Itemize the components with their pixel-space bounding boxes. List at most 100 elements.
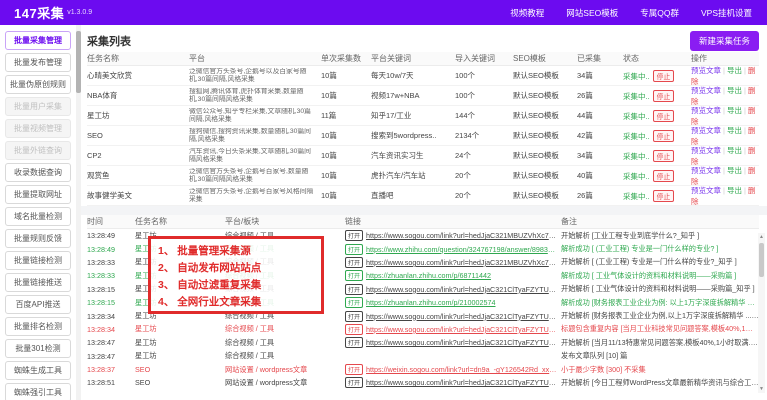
open-link-badge[interactable]: 打开 xyxy=(345,377,364,389)
stop-button[interactable]: 停止 xyxy=(652,89,675,102)
log-note-cell: 解析成功 [财务报表工业企业为例: 以上1万字深度拆解精华 年底涨薪14%] xyxy=(561,297,759,307)
log-url-link[interactable]: https://zhuanlan.zhihu.com/p/210002574 xyxy=(366,298,495,307)
open-link-badge[interactable]: 打开 xyxy=(345,230,364,242)
status-cell: 采集中.. 停止 xyxy=(623,129,687,142)
log-row: 13:28:37 SEO 网站设置 / wordpress文章 打开 https://w… xyxy=(87,363,759,376)
scroll-down-icon[interactable]: ▼ xyxy=(758,385,765,393)
per-collect-cell: 10篇 xyxy=(321,191,337,200)
open-link-badge[interactable]: 打开 xyxy=(345,337,364,349)
stop-button[interactable]: 停止 xyxy=(652,109,675,122)
open-link-badge[interactable]: 打开 xyxy=(345,256,364,268)
sidebar-item[interactable]: 批量链接检测 xyxy=(5,251,71,270)
sidebar-item[interactable]: 批量伪原创规则 xyxy=(5,75,71,94)
actions-cell: 预览文章 | 导出 | 删除 xyxy=(691,165,759,187)
task-name-cell: 心晴美文欣赏 xyxy=(87,71,132,80)
sidebar-item[interactable]: 域名批量检测 xyxy=(5,207,71,226)
column-header: 导入关键词 xyxy=(455,54,495,63)
preview-article-link[interactable]: 预览文章 xyxy=(691,106,721,115)
action-separator: | xyxy=(743,85,746,95)
log-scrollbar[interactable]: ▲ ▼ xyxy=(758,233,765,393)
per-collect-cell: 10篇 xyxy=(321,171,337,180)
actions-cell: 预览文章 | 导出 | 删除 xyxy=(691,125,759,147)
sidebar-item[interactable]: 百度API推送 xyxy=(5,295,71,314)
export-link[interactable]: 导出 xyxy=(727,66,742,75)
log-note-cell: 开始解析 [工业工程专业到底学什么?_知乎 ] xyxy=(561,230,700,240)
per-collect-cell: 11篇 xyxy=(321,111,337,120)
sidebar-item[interactable]: 蜘蛛强引工具 xyxy=(5,383,71,400)
log-time-cell: 13:28:15 xyxy=(87,298,115,308)
log-url-link[interactable]: https://www.sogou.com/link?url=hedJjaC32… xyxy=(366,338,557,347)
log-url-link[interactable]: https://www.zhihu.com/question/324767198… xyxy=(366,245,557,254)
log-note-cell: 开始解析 [财务报表工业企业为例,以上1万字深度拆解精华 ..._知乎 ] xyxy=(561,311,759,321)
export-link[interactable]: 导出 xyxy=(727,106,742,115)
sidebar-item[interactable]: 批量排名检测 xyxy=(5,317,71,336)
platform-cell: 泛微信官方头条号,企鹅号百家号风格间隔采集 xyxy=(189,187,314,203)
preview-article-link[interactable]: 预览文章 xyxy=(691,186,721,195)
sidebar-item[interactable]: 批量规则反馈 xyxy=(5,229,71,248)
sidebar-item[interactable]: 批量用户采集 xyxy=(5,97,71,116)
log-link-cell: 打开 https://www.sogou.com/link?url=hedJjaC… xyxy=(345,337,557,349)
sidebar-item[interactable]: 蜘蛛生成工具 xyxy=(5,361,71,380)
sidebar-item[interactable]: 批量提取网址 xyxy=(5,185,71,204)
log-task-cell: 星工坊 xyxy=(135,324,157,334)
log-note-cell: 开始解析 [ 工业气体设计的资料和材料说明——采购篇_知乎 ] xyxy=(561,284,755,294)
log-scrollbar-thumb[interactable] xyxy=(759,243,764,277)
open-link-badge[interactable]: 打开 xyxy=(345,323,364,335)
task-name-cell: 星工坊 xyxy=(87,111,110,120)
export-link[interactable]: 导出 xyxy=(727,126,742,135)
app-version: v1.3.0.9 xyxy=(67,9,93,16)
open-link-badge[interactable]: 打开 xyxy=(345,297,364,309)
stop-button[interactable]: 停止 xyxy=(652,69,675,82)
open-link-badge[interactable]: 打开 xyxy=(345,243,364,255)
export-link[interactable]: 导出 xyxy=(727,146,742,155)
export-link[interactable]: 导出 xyxy=(727,166,742,175)
export-link[interactable]: 导出 xyxy=(727,186,742,195)
log-url-link[interactable]: https://www.sogou.com/link?url=hedJjaC32… xyxy=(366,231,557,240)
seo-template-cell: 默认SEO模板 xyxy=(513,71,559,80)
platform-cell: 微信公众号,知乎专栏采集,文章随机,30篇间隔,风格采集 xyxy=(189,107,311,123)
log-time-cell: 13:28:15 xyxy=(87,284,115,294)
sidebar-item[interactable]: 批量链接推送 xyxy=(5,273,71,292)
sidebar-item[interactable]: 批量发布管理 xyxy=(5,53,71,72)
stop-button[interactable]: 停止 xyxy=(652,129,675,142)
open-link-badge[interactable]: 打开 xyxy=(345,270,364,282)
top-nav-link-4[interactable]: VPS挂机设置 xyxy=(700,5,753,21)
platform-keyword-cell: 搜索到5wordpress.. xyxy=(371,131,437,140)
sidebar-item[interactable]: 批量视频管理 xyxy=(5,119,71,138)
open-link-badge[interactable]: 打开 xyxy=(345,310,364,322)
top-nav: 视频教程 网站SEO模板 专属QQ群 VPS挂机设置 xyxy=(509,5,753,21)
table-row: 心晴美文欣赏 泛微信官方头条号,企鹅号以及百家号随机,30篇间隔,风格采集 10篇 每… xyxy=(87,66,759,86)
sidebar-item[interactable]: 批量采集管理 xyxy=(5,31,71,50)
top-nav-link-1[interactable]: 视频教程 xyxy=(509,5,545,21)
log-url-link[interactable]: https://www.sogou.com/link?url=hedJjaC32… xyxy=(366,325,557,334)
table-row: 故事健学美文 泛微信官方头条号,企鹅号百家号风格间隔采集 10篇 直播吧 20个 默认SE… xyxy=(87,186,759,206)
top-nav-link-3[interactable]: 专属QQ群 xyxy=(639,5,680,21)
log-url-link[interactable]: https://www.sogou.com/link?url=hedJjaC32… xyxy=(366,285,557,294)
preview-article-link[interactable]: 预览文章 xyxy=(691,166,721,175)
preview-article-link[interactable]: 预览文章 xyxy=(691,86,721,95)
open-link-badge[interactable]: 打开 xyxy=(345,283,364,295)
stop-button[interactable]: 停止 xyxy=(652,149,675,162)
preview-article-link[interactable]: 预览文章 xyxy=(691,126,721,135)
top-nav-link-2[interactable]: 网站SEO模板 xyxy=(565,5,619,21)
log-url-link[interactable]: https://www.sogou.com/link?url=hedJjaC32… xyxy=(366,378,557,387)
actions-cell: 预览文章 | 导出 | 删除 xyxy=(691,65,759,87)
new-task-button[interactable]: 新建采集任务 xyxy=(689,31,759,51)
log-url-link[interactable]: https://weixin.sogou.com/link?url=dn9a_-… xyxy=(366,365,557,374)
stop-button[interactable]: 停止 xyxy=(652,169,675,182)
log-url-link[interactable]: https://zhuanlan.zhihu.com/p/68711442 xyxy=(366,271,491,280)
log-url-link[interactable]: https://www.sogou.com/link?url=hedJjaC32… xyxy=(366,258,557,267)
stop-button[interactable]: 停止 xyxy=(652,189,675,202)
export-link[interactable]: 导出 xyxy=(727,86,742,95)
status-cell: 采集中.. 停止 xyxy=(623,69,687,82)
log-url-link[interactable]: https://www.sogou.com/link?url=hedJjaC32… xyxy=(366,312,557,321)
scroll-up-icon[interactable]: ▲ xyxy=(758,233,765,241)
sidebar-item[interactable]: 批量外链查询 xyxy=(5,141,71,160)
preview-article-link[interactable]: 预览文章 xyxy=(691,66,721,75)
sidebar-item[interactable]: 批量301检测 xyxy=(5,339,71,358)
log-link-cell: 打开 https://www.sogou.com/link?url=hedJjaC… xyxy=(345,323,557,335)
preview-article-link[interactable]: 预览文章 xyxy=(691,146,721,155)
table-row: CP2 汽车资讯,今日头条采集,文章随机,30篇间隔风格采集 10篇 汽车资讯实习生 2… xyxy=(87,146,759,166)
sidebar-item[interactable]: 收录数据查询 xyxy=(5,163,71,182)
open-link-badge[interactable]: 打开 xyxy=(345,364,364,376)
